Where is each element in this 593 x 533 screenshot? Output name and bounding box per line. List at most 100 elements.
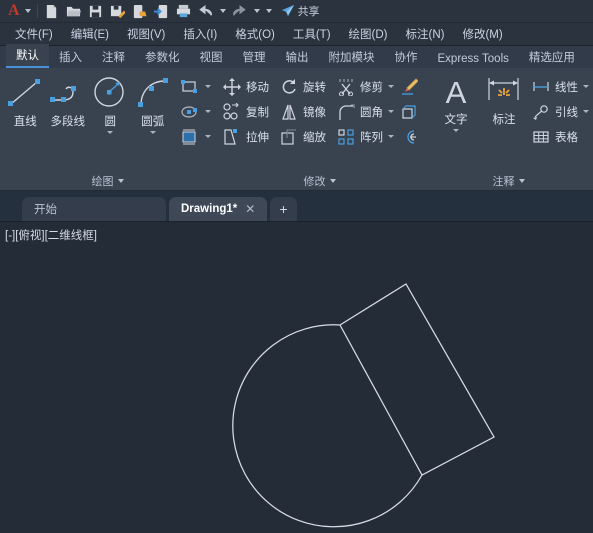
document-tab-start[interactable]: 开始 [22,197,166,221]
array-icon[interactable] [335,126,357,148]
menu-item-dimension[interactable]: 标注(N) [397,24,454,44]
autocad-logo-icon[interactable]: A [4,3,22,19]
draw-arc-chevron-down-icon[interactable] [149,131,156,134]
fillet-icon[interactable] [335,101,357,123]
redo-chevron-down-icon[interactable] [253,9,260,13]
draw-panel-chevron-down-icon[interactable] [117,179,124,183]
draw-line-label: 直线 [13,116,37,128]
block-3d-button[interactable] [398,99,420,124]
modify-trim-chevron-down-icon[interactable] [388,85,394,88]
draw-arc-button[interactable]: 圆弧 [132,72,175,134]
share-button[interactable]: 共享 [281,3,320,19]
move-icon[interactable] [221,76,243,98]
new-file-icon[interactable] [42,2,62,20]
open-folder-icon[interactable] [64,2,84,20]
modify-fillet-label[interactable]: 圆角 [360,104,383,120]
rotate-icon[interactable] [278,76,300,98]
annotation-linear-button[interactable]: 线性 [530,74,589,99]
draw-ellipse-chevron-down-icon[interactable] [205,110,211,113]
menu-item-format[interactable]: 格式(O) [226,24,284,44]
draw-panel-title-bar[interactable]: 绘图 [0,172,215,190]
save-icon[interactable] [86,2,106,20]
import-icon[interactable] [152,2,172,20]
modify-array-chevron-down-icon[interactable] [388,135,394,138]
draw-line-button[interactable]: 直线 [4,72,47,129]
draw-hatch-chevron-down-icon[interactable] [205,135,211,138]
menu-item-file[interactable]: 文件(F) [6,24,62,44]
draw-circle-button[interactable]: 圆 [89,72,132,134]
draw-rectangle-chevron-down-icon[interactable] [205,85,211,88]
mirror-icon[interactable] [278,101,300,123]
ribbon-tab-annotate[interactable]: 注释 [92,46,135,68]
modify-mirror-label[interactable]: 镜像 [303,104,326,120]
draw-ellipse-button[interactable] [178,99,211,124]
draw-polyline-button[interactable]: 多段线 [47,72,90,129]
copy-icon[interactable] [221,101,243,123]
ribbon-tab-view[interactable]: 视图 [190,46,233,68]
modify-row-3: 拉伸 缩放 阵列 [221,124,394,149]
ribbon-tab-addins[interactable]: 附加模块 [319,46,385,68]
annotation-panel-title-bar[interactable]: 注释 [424,172,593,190]
match-properties-button[interactable] [398,74,420,99]
stretch-icon[interactable] [221,126,243,148]
annotation-text-chevron-down-icon[interactable] [453,129,459,132]
redo-icon[interactable] [230,2,250,20]
annotation-leader-label: 引线 [555,106,578,119]
modify-scale-label[interactable]: 缩放 [303,129,326,145]
menu-item-insert[interactable]: 插入(I) [174,24,226,44]
menu-item-edit[interactable]: 编辑(E) [62,24,118,44]
annotation-leader-button[interactable]: 引线 [530,99,589,124]
draw-hatch-button[interactable] [178,124,211,149]
print-icon[interactable] [174,2,194,20]
scale-icon[interactable] [278,126,300,148]
close-icon[interactable]: ✕ [245,202,255,216]
app-menu-chevron-down-icon[interactable] [24,9,31,13]
export-icon[interactable] [130,2,150,20]
modify-fillet-chevron-down-icon[interactable] [388,110,394,113]
save-as-icon[interactable] [108,2,128,20]
toolbar-divider [36,4,38,18]
rectangle-icon [178,76,200,98]
ribbon-tab-parametric[interactable]: 参数化 [135,46,190,68]
ribbon-tab-manage[interactable]: 管理 [233,46,276,68]
layers-button[interactable] [398,124,420,149]
new-tab-button[interactable]: + [270,197,297,221]
undo-icon[interactable] [196,2,216,20]
ribbon-tab-output[interactable]: 输出 [276,46,319,68]
customize-chevron-down-icon[interactable] [265,9,272,13]
modify-panel-title-bar[interactable]: 修改 [215,172,424,190]
menu-item-modify[interactable]: 修改(M) [453,24,511,44]
undo-chevron-down-icon[interactable] [219,9,226,13]
annotation-panel-chevron-down-icon[interactable] [518,179,525,183]
modify-stretch-label[interactable]: 拉伸 [246,129,269,145]
annotation-text-button[interactable]: A 文字 [432,72,480,132]
modify-panel-title: 修改 [303,176,326,188]
ribbon-tab-featured-apps[interactable]: 精选应用 [519,46,585,68]
modify-copy-label[interactable]: 复制 [246,104,269,120]
menu-item-tools[interactable]: 工具(T) [284,24,340,44]
annotation-table-button[interactable]: 表格 [530,124,589,149]
quick-access-toolbar: A 共享 [0,0,593,23]
modify-trim-label[interactable]: 修剪 [360,79,383,95]
draw-circle-chevron-down-icon[interactable] [107,131,114,134]
modify-panel-chevron-down-icon[interactable] [329,179,336,183]
annotation-linear-chevron-down-icon[interactable] [583,85,589,88]
document-tab-drawing1[interactable]: Drawing1* ✕ [169,197,268,221]
trim-icon[interactable] [335,76,357,98]
ribbon-tab-insert[interactable]: 插入 [49,46,92,68]
modify-rotate-label[interactable]: 旋转 [303,79,326,95]
ribbon-tab-express-tools[interactable]: Express Tools [428,50,519,68]
menu-item-view[interactable]: 视图(V) [118,24,174,44]
annotation-leader-chevron-down-icon[interactable] [583,110,589,113]
modify-move-label[interactable]: 移动 [246,79,269,95]
modify-array-label[interactable]: 阵列 [360,129,383,145]
dimension-icon [488,78,519,100]
annotation-dimension-button[interactable]: 标注 [480,72,528,127]
draw-rectangle-button[interactable] [178,74,211,99]
modify-grid: 移动 旋转 修剪 复制 镜像 圆角 拉伸 缩放 阵列 [221,72,394,149]
ribbon-tab-collaborate[interactable]: 协作 [385,46,428,68]
drawing-canvas[interactable]: [-][俯视][二维线框] [0,222,593,533]
ribbon-tab-home[interactable]: 默认 [6,44,49,68]
menu-item-draw[interactable]: 绘图(D) [340,24,397,44]
ribbon-panel-modify: 移动 旋转 修剪 复制 镜像 圆角 拉伸 缩放 阵列 修改 [215,68,424,190]
